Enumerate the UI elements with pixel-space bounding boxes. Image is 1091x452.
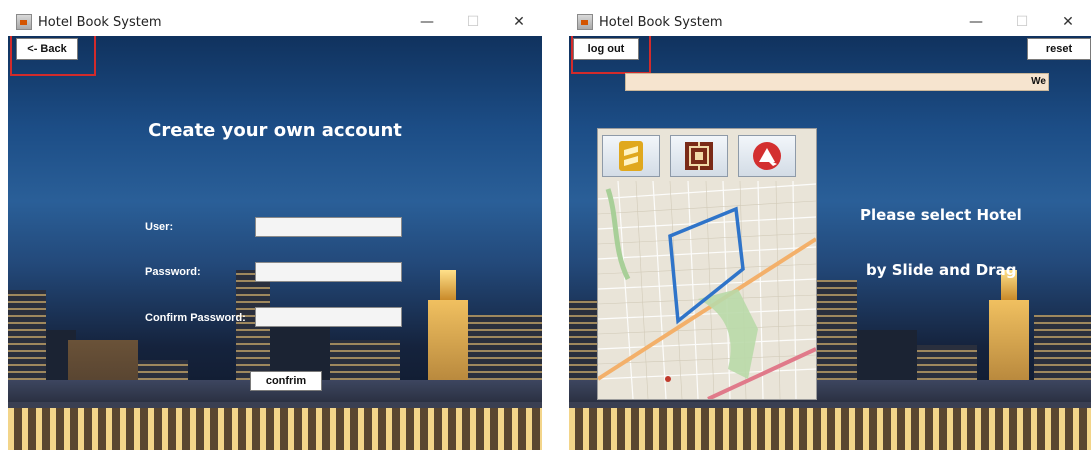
java-app-icon (577, 14, 593, 30)
maximize-button[interactable]: ☐ (999, 8, 1045, 36)
prompt-line-2: by Slide and Drag (866, 261, 1017, 279)
prompt-line-1: Please select Hotel (860, 206, 1022, 224)
hotel-brand-2-icon (685, 142, 713, 170)
page-title: Create your own account (148, 120, 402, 141)
user-input[interactable] (255, 217, 402, 237)
password-input[interactable] (255, 262, 402, 282)
title-bar: Hotel Book System — ☐ ✕ (569, 8, 1091, 36)
password-label: Password: (145, 266, 201, 278)
minimize-button[interactable]: — (953, 8, 999, 36)
hotel-map-panel[interactable] (597, 128, 817, 400)
minimize-button[interactable]: — (404, 8, 450, 36)
hotel-select-window: Hotel Book System — ☐ ✕ log out reset We (569, 8, 1091, 450)
window-controls: — ☐ ✕ (953, 8, 1091, 36)
city-skyline (8, 220, 542, 450)
java-app-icon (16, 14, 32, 30)
city-background: <- Back Create your own account User: Pa… (8, 36, 542, 450)
confirm-password-input[interactable] (255, 307, 402, 327)
hotel-brand-2-button[interactable] (670, 135, 728, 177)
window-controls: — ☐ ✕ (404, 8, 542, 36)
hotel-brand-1-button[interactable] (602, 135, 660, 177)
reset-button[interactable]: reset (1027, 38, 1091, 60)
confirm-button[interactable]: confrim (250, 371, 322, 391)
hotel-brand-1-icon (619, 141, 643, 171)
user-label: User: (145, 221, 174, 233)
welcome-banner: We (625, 73, 1049, 91)
hotel-brand-3-button[interactable] (738, 135, 796, 177)
logout-button[interactable]: log out (573, 38, 639, 60)
close-button[interactable]: ✕ (1045, 8, 1091, 36)
create-account-window: Hotel Book System — ☐ ✕ <- Back Create y… (8, 8, 542, 450)
window-title: Hotel Book System (38, 14, 162, 30)
title-bar: Hotel Book System — ☐ ✕ (8, 8, 542, 36)
confirm-password-label: Confirm Password: (145, 312, 246, 324)
close-button[interactable]: ✕ (496, 8, 542, 36)
window-title: Hotel Book System (599, 14, 723, 30)
maximize-button[interactable]: ☐ (450, 8, 496, 36)
city-background: log out reset We Please select Hotel by … (569, 36, 1091, 450)
back-button[interactable]: <- Back (16, 38, 78, 60)
hotel-brand-3-icon (753, 142, 781, 170)
